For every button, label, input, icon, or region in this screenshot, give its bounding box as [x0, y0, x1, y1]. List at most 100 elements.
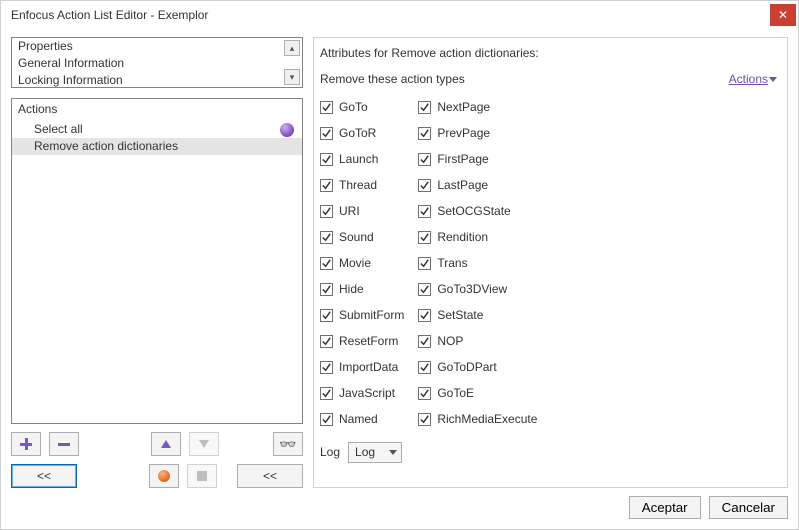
checkbox-label: GoToDPart: [437, 360, 496, 374]
checkbox[interactable]: [418, 283, 431, 296]
checkbox-label: GoTo3DView: [437, 282, 507, 296]
checkbox[interactable]: [418, 231, 431, 244]
window-title: Enfocus Action List Editor - Exemplor: [11, 8, 208, 22]
rewind-left-button[interactable]: <<: [11, 464, 77, 488]
checkbox[interactable]: [320, 387, 333, 400]
glasses-icon: 👓: [279, 436, 296, 453]
checkbox[interactable]: [320, 335, 333, 348]
move-down-button[interactable]: [189, 432, 219, 456]
chevron-down-icon: [389, 450, 397, 455]
list-item[interactable]: Locking Information: [12, 72, 302, 88]
stop-icon: [197, 471, 207, 481]
checkbox-label: SetState: [437, 308, 483, 322]
checkbox-row: GoTo: [320, 94, 404, 120]
checkbox-row: Named: [320, 406, 404, 432]
action-row[interactable]: Select all: [12, 121, 302, 138]
checkbox-row: Thread: [320, 172, 404, 198]
checkbox-label: Hide: [339, 282, 364, 296]
checkbox[interactable]: [418, 127, 431, 140]
actions-header: Actions: [12, 99, 302, 119]
checkbox-row: GoToDPart: [418, 354, 537, 380]
checkbox-row: NextPage: [418, 94, 537, 120]
checkbox-label: Trans: [437, 256, 467, 270]
attributes-subtitle: Remove these action types: [320, 72, 465, 86]
rewind-right-button[interactable]: <<: [237, 464, 303, 488]
chevron-down-icon: [769, 77, 777, 82]
checkbox-label: LastPage: [437, 178, 488, 192]
checkbox-label: Sound: [339, 230, 374, 244]
checkbox[interactable]: [320, 283, 333, 296]
checkbox-row: Rendition: [418, 224, 537, 250]
checkbox[interactable]: [320, 101, 333, 114]
checkbox-label: JavaScript: [339, 386, 395, 400]
scroll-up-icon[interactable]: ▴: [284, 40, 300, 56]
double-chevron-left-icon: <<: [37, 469, 51, 483]
checkbox[interactable]: [320, 309, 333, 322]
scroll-down-icon[interactable]: ▾: [284, 69, 300, 85]
checkbox-row: GoTo3DView: [418, 276, 537, 302]
stop-button[interactable]: [187, 464, 217, 488]
checkbox[interactable]: [418, 309, 431, 322]
checkbox-row: PrevPage: [418, 120, 537, 146]
checkbox-label: Named: [339, 412, 378, 426]
checkbox[interactable]: [418, 257, 431, 270]
checkbox[interactable]: [418, 153, 431, 166]
checkbox[interactable]: [418, 387, 431, 400]
checkbox-row: ResetForm: [320, 328, 404, 354]
checkbox[interactable]: [418, 101, 431, 114]
checkbox-row: Launch: [320, 146, 404, 172]
checkbox-row: ImportData: [320, 354, 404, 380]
checkbox-row: RichMediaExecute: [418, 406, 537, 432]
checkbox-row: FirstPage: [418, 146, 537, 172]
checkbox-row: GoToR: [320, 120, 404, 146]
checkbox-row: Sound: [320, 224, 404, 250]
checkbox[interactable]: [418, 205, 431, 218]
checkbox[interactable]: [418, 413, 431, 426]
action-row[interactable]: Remove action dictionaries: [12, 138, 302, 155]
record-icon: [158, 470, 170, 482]
actions-list[interactable]: Select all Remove action dictionaries: [12, 119, 302, 423]
cancel-button[interactable]: Cancelar: [709, 496, 788, 519]
move-up-button[interactable]: [151, 432, 181, 456]
checkbox[interactable]: [320, 153, 333, 166]
checkbox[interactable]: [320, 127, 333, 140]
add-button[interactable]: [11, 432, 41, 456]
checkbox-label: GoTo: [339, 100, 368, 114]
checkbox[interactable]: [320, 257, 333, 270]
close-icon: ✕: [778, 8, 788, 22]
checkbox[interactable]: [320, 413, 333, 426]
double-chevron-left-icon: <<: [263, 469, 277, 483]
list-item[interactable]: General Information: [12, 55, 302, 72]
checkbox-row: NOP: [418, 328, 537, 354]
checkbox-label: NextPage: [437, 100, 490, 114]
checkbox-label: NOP: [437, 334, 463, 348]
properties-list[interactable]: Properties General Information Locking I…: [11, 37, 303, 88]
checkbox-label: GoToE: [437, 386, 474, 400]
triangle-up-icon: [161, 440, 171, 448]
checkbox-label: ImportData: [339, 360, 398, 374]
checkbox[interactable]: [320, 205, 333, 218]
log-select[interactable]: Log: [348, 442, 402, 463]
inspect-button[interactable]: 👓: [273, 432, 303, 456]
list-item[interactable]: Properties: [12, 38, 302, 55]
checkbox-label: Movie: [339, 256, 371, 270]
checkbox[interactable]: [320, 179, 333, 192]
log-select-value: Log: [355, 445, 375, 459]
checkbox-label: Launch: [339, 152, 378, 166]
accept-button[interactable]: Aceptar: [629, 496, 701, 519]
checkbox[interactable]: [418, 361, 431, 374]
checkbox-label: RichMediaExecute: [437, 412, 537, 426]
checkbox[interactable]: [418, 179, 431, 192]
triangle-down-icon: [199, 440, 209, 448]
remove-button[interactable]: [49, 432, 79, 456]
actions-dropdown-link[interactable]: Actions: [729, 72, 777, 86]
record-button[interactable]: [149, 464, 179, 488]
checkbox[interactable]: [418, 335, 431, 348]
checkbox[interactable]: [320, 361, 333, 374]
checkbox[interactable]: [320, 231, 333, 244]
attributes-title: Attributes for Remove action dictionarie…: [320, 46, 777, 60]
plus-icon: [20, 438, 32, 450]
checkbox-row: Hide: [320, 276, 404, 302]
checkbox-row: URI: [320, 198, 404, 224]
close-button[interactable]: ✕: [770, 4, 796, 26]
